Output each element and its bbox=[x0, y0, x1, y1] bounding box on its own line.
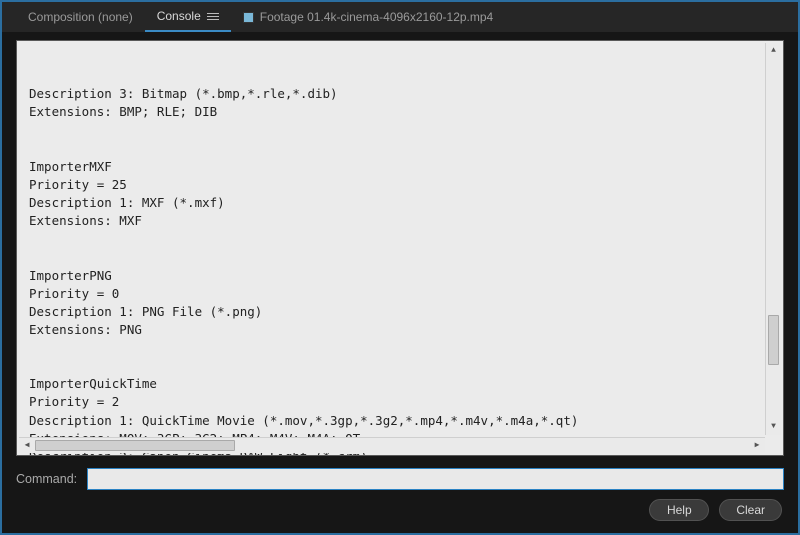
scroll-down-arrow-icon[interactable]: ▼ bbox=[766, 420, 781, 434]
console-panel: Description 3: Bitmap (*.bmp,*.rle,*.dib… bbox=[16, 40, 784, 456]
console-output[interactable]: Description 3: Bitmap (*.bmp,*.rle,*.dib… bbox=[16, 40, 784, 456]
tab-label: Composition (none) bbox=[28, 10, 133, 24]
vertical-scrollbar[interactable]: ▲ ▼ bbox=[765, 43, 781, 435]
help-button[interactable]: Help bbox=[649, 499, 709, 521]
tab-footage[interactable]: Footage 01.4k-cinema-4096x2160-12p.mp4 bbox=[231, 2, 505, 32]
footage-color-chip-icon bbox=[243, 12, 254, 23]
tab-label: Console bbox=[157, 9, 201, 23]
tab-console[interactable]: Console bbox=[145, 2, 231, 32]
console-text: Description 3: Bitmap (*.bmp,*.rle,*.dib… bbox=[29, 85, 771, 456]
scroll-up-arrow-icon[interactable]: ▲ bbox=[766, 44, 781, 58]
clear-button[interactable]: Clear bbox=[719, 499, 782, 521]
command-row: Command: bbox=[16, 468, 784, 490]
vertical-scroll-thumb[interactable] bbox=[768, 315, 779, 365]
horizontal-scrollbar[interactable]: ◀ ▶ bbox=[19, 437, 765, 453]
scroll-left-arrow-icon[interactable]: ◀ bbox=[20, 438, 34, 453]
button-row: Help Clear bbox=[649, 499, 782, 521]
tab-bar: Composition (none) Console Footage 01.4k… bbox=[2, 2, 798, 32]
menu-icon[interactable] bbox=[207, 13, 219, 20]
tab-composition[interactable]: Composition (none) bbox=[16, 2, 145, 32]
horizontal-scroll-thumb[interactable] bbox=[35, 440, 235, 451]
scroll-right-arrow-icon[interactable]: ▶ bbox=[750, 438, 764, 453]
command-label: Command: bbox=[16, 472, 77, 486]
tab-label: Footage 01.4k-cinema-4096x2160-12p.mp4 bbox=[260, 10, 493, 24]
command-input[interactable] bbox=[87, 468, 784, 490]
